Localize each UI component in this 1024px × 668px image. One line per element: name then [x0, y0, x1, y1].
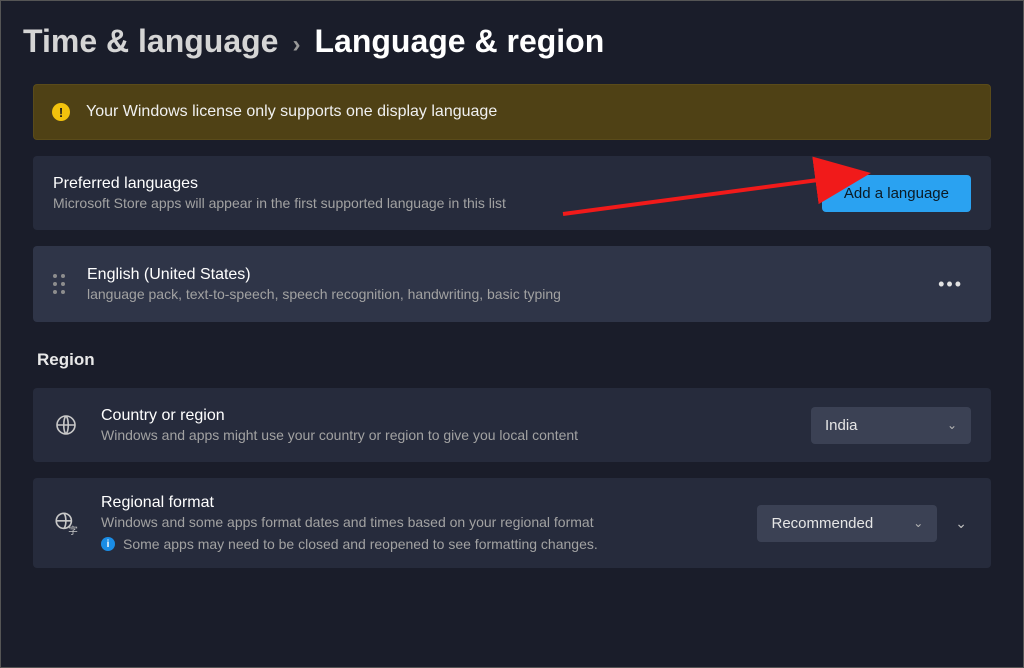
add-language-button[interactable]: Add a language — [822, 175, 971, 212]
regional-format-card: 字 Regional format Windows and some apps … — [33, 478, 991, 568]
country-region-subtitle: Windows and apps might use your country … — [101, 427, 578, 443]
breadcrumb-current: Language & region — [314, 23, 604, 60]
warning-icon: ! — [52, 103, 70, 121]
drag-handle-icon[interactable] — [53, 274, 65, 294]
breadcrumb-parent[interactable]: Time & language — [23, 23, 278, 60]
language-item-row[interactable]: English (United States) language pack, t… — [33, 246, 991, 322]
info-icon: i — [101, 537, 115, 551]
language-more-button[interactable]: ••• — [930, 274, 971, 295]
language-name: English (United States) — [87, 266, 561, 284]
country-region-select[interactable]: India ⌄ — [811, 407, 971, 444]
preferred-languages-subtitle: Microsoft Store apps will appear in the … — [53, 195, 506, 211]
regional-format-subtitle: Windows and some apps format dates and t… — [101, 514, 598, 530]
preferred-languages-card: Preferred languages Microsoft Store apps… — [33, 156, 991, 230]
language-features: language pack, text-to-speech, speech re… — [87, 286, 561, 302]
chevron-down-icon: ⌄ — [947, 418, 957, 432]
country-region-title: Country or region — [101, 407, 578, 425]
country-region-value: India — [825, 417, 858, 434]
breadcrumb: Time & language › Language & region — [23, 23, 1001, 60]
region-heading: Region — [37, 350, 991, 370]
preferred-languages-title: Preferred languages — [53, 175, 506, 193]
regional-format-icon: 字 — [53, 510, 79, 536]
chevron-right-icon: › — [292, 31, 300, 59]
license-warning-text: Your Windows license only supports one d… — [86, 103, 497, 121]
country-region-card: Country or region Windows and apps might… — [33, 388, 991, 462]
expand-chevron-icon[interactable]: ⌄ — [951, 515, 971, 532]
chevron-down-icon: ⌄ — [913, 516, 923, 530]
license-warning-banner: ! Your Windows license only supports one… — [33, 84, 991, 140]
regional-format-title: Regional format — [101, 494, 598, 512]
regional-format-notice: Some apps may need to be closed and reop… — [123, 536, 598, 552]
globe-icon — [53, 413, 79, 437]
regional-format-value: Recommended — [771, 515, 873, 532]
regional-format-select[interactable]: Recommended ⌄ — [757, 505, 937, 542]
svg-text:字: 字 — [68, 524, 78, 536]
